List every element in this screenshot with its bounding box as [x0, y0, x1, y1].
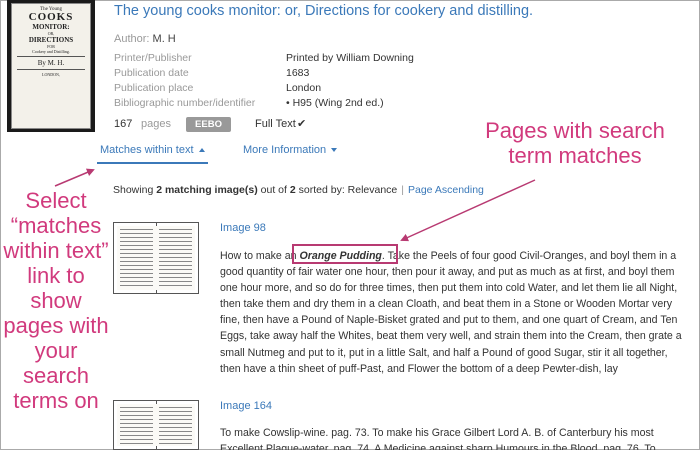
- record-tabs: Matches within text More Information: [97, 137, 357, 165]
- source-badge: EEBO: [186, 117, 231, 132]
- tab-more-information[interactable]: More Information: [243, 137, 338, 164]
- check-icon: ✔: [297, 118, 307, 130]
- thumbnail-page: [156, 404, 195, 446]
- result-thumbnail[interactable]: [113, 400, 199, 450]
- author-line: Author: M. H: [114, 33, 176, 45]
- metadata-value: 1683: [286, 67, 310, 79]
- metadata-label: Printer/Publisher: [114, 52, 192, 64]
- annotation-right: Pages with search term matches: [485, 118, 665, 168]
- metadata-value: London: [286, 82, 322, 94]
- excerpt-text: How to make an: [220, 250, 300, 262]
- cover-text: COOKS: [28, 11, 74, 23]
- tab-label: More Information: [243, 144, 327, 156]
- metadata-value: Printed by William Downing: [286, 52, 414, 64]
- summary-prefix: Showing: [113, 184, 154, 196]
- results-summary: Showing 2 matching image(s) out of 2 sor…: [113, 184, 484, 196]
- thumbnail-page: [117, 404, 156, 446]
- excerpt-text: . Take the Peels of four good Civil-Oran…: [220, 250, 682, 375]
- pages-label: pages: [141, 118, 171, 130]
- record-title-link[interactable]: The young cooks monitor: or, Directions …: [114, 3, 533, 19]
- result-image-link[interactable]: Image 98: [220, 222, 266, 234]
- cover-rule: [17, 69, 85, 70]
- result-thumbnail[interactable]: [113, 222, 199, 294]
- summary-count: 2 matching image(s): [156, 184, 258, 196]
- thumbnail-page: [156, 226, 195, 290]
- cover-rule: [17, 56, 85, 57]
- divider: |: [401, 184, 404, 196]
- metadata-value: • H95 (Wing 2nd ed.): [286, 97, 384, 109]
- caret-down-icon: [331, 148, 338, 152]
- thumbnail-page: [117, 226, 156, 290]
- result-excerpt: To make Cowslip-wine. pag. 73. To make h…: [220, 427, 656, 450]
- annotation-left: Select “matches within text” link to sho…: [3, 188, 109, 413]
- metadata-label: Bibliographic number/identifier: [114, 97, 256, 109]
- summary-sorted: sorted by: Relevance: [298, 184, 398, 196]
- summary-mid: out of: [260, 184, 287, 196]
- fulltext-label: Full Text: [255, 118, 296, 130]
- highlight-box: [292, 244, 398, 264]
- pages-count: 167: [114, 118, 133, 130]
- author-label: Author:: [114, 33, 150, 45]
- cover-text: MONITOR:: [32, 23, 70, 31]
- author-name: M. H: [152, 33, 176, 45]
- book-cover-thumbnail[interactable]: The Young COOKS MONITOR: OR, DIRECTIONS …: [7, 0, 95, 132]
- tab-matches-within-text[interactable]: Matches within text: [97, 137, 208, 164]
- cover-text: LONDON,: [42, 72, 60, 77]
- cover-text: Cookery and Distilling.: [32, 49, 70, 54]
- result-image-link[interactable]: Image 164: [220, 400, 272, 412]
- tab-label: Matches within text: [100, 144, 194, 156]
- record-stats: 167 pages EEBO Full Text ✔: [114, 117, 414, 134]
- cover-text: By M. H.: [37, 59, 65, 67]
- metadata-label: Publication place: [114, 82, 194, 94]
- cover-text: DIRECTIONS: [28, 36, 74, 44]
- cover-image: The Young COOKS MONITOR: OR, DIRECTIONS …: [11, 3, 91, 129]
- sort-page-ascending-link[interactable]: Page Ascending: [408, 184, 484, 196]
- caret-up-icon: [198, 148, 205, 152]
- metadata-label: Publication date: [114, 67, 189, 79]
- result-excerpt: How to make an Orange Pudding. Take the …: [220, 248, 685, 377]
- summary-total: 2: [289, 184, 296, 196]
